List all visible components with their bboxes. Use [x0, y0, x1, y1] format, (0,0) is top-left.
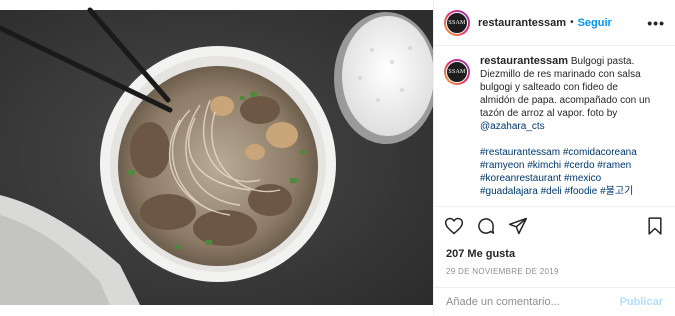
- hashtag[interactable]: #mexico: [564, 173, 601, 184]
- avatar[interactable]: SSAM: [444, 9, 470, 36]
- bulgogi-pasta-photo: [0, 0, 433, 314]
- comment-bar: Publicar: [434, 287, 675, 316]
- actions-bar: 207 Me gusta 29 DE NOVIEMBRE DE 2019 Pub…: [434, 206, 675, 315]
- like-count[interactable]: 207 Me gusta: [434, 248, 675, 260]
- hashtag[interactable]: #ramen: [597, 160, 631, 171]
- bookmark-icon[interactable]: [644, 215, 666, 237]
- caption-mention[interactable]: @azahara_cts: [480, 121, 545, 132]
- hashtag[interactable]: #불고기: [600, 186, 633, 197]
- follow-button[interactable]: Seguir: [578, 17, 612, 29]
- caption-username[interactable]: restaurantessam: [480, 55, 568, 67]
- caption: SSAM restaurantessam Bulgogi pasta. Diez…: [444, 55, 669, 206]
- hashtag[interactable]: #koreanrestaurant: [480, 173, 561, 184]
- separator-dot: •: [570, 17, 574, 28]
- hashtag[interactable]: #restaurantessam: [480, 147, 560, 158]
- post-date: 29 DE NOVIEMBRE DE 2019: [446, 267, 559, 276]
- post-header: SSAM restaurantessam • Seguir •••: [434, 0, 675, 46]
- hashtag[interactable]: #cerdo: [564, 160, 595, 171]
- action-icons: [434, 207, 675, 245]
- hashtag[interactable]: #comidacoreana: [563, 147, 637, 158]
- hashtag[interactable]: #guadalajara: [480, 186, 538, 197]
- header-username[interactable]: restaurantessam: [478, 17, 566, 29]
- caption-avatar-logo-text: SSAM: [446, 61, 468, 83]
- share-icon[interactable]: [507, 215, 529, 237]
- heart-icon[interactable]: [443, 215, 465, 237]
- caption-avatar[interactable]: SSAM: [444, 59, 470, 85]
- hashtag[interactable]: #foodie: [565, 186, 598, 197]
- post-photo[interactable]: [0, 0, 433, 314]
- comment-input[interactable]: [446, 296, 620, 308]
- avatar-logo-text: SSAM: [446, 11, 468, 34]
- hashtag-list: #restaurantessam #comidacoreana #ramyeon…: [480, 146, 652, 198]
- hashtag[interactable]: #ramyeon: [480, 160, 524, 171]
- publish-button[interactable]: Publicar: [620, 296, 663, 308]
- comment-icon[interactable]: [475, 215, 497, 237]
- post-side-panel: SSAM restaurantessam • Seguir ••• SSAM r…: [433, 0, 675, 314]
- hashtag[interactable]: #deli: [541, 186, 562, 197]
- hashtag[interactable]: #kimchi: [527, 160, 561, 171]
- caption-text: restaurantessam Bulgogi pasta. Diezmillo…: [480, 55, 652, 206]
- instagram-post: SSAM restaurantessam • Seguir ••• SSAM r…: [0, 0, 675, 314]
- more-options-icon[interactable]: •••: [647, 15, 665, 31]
